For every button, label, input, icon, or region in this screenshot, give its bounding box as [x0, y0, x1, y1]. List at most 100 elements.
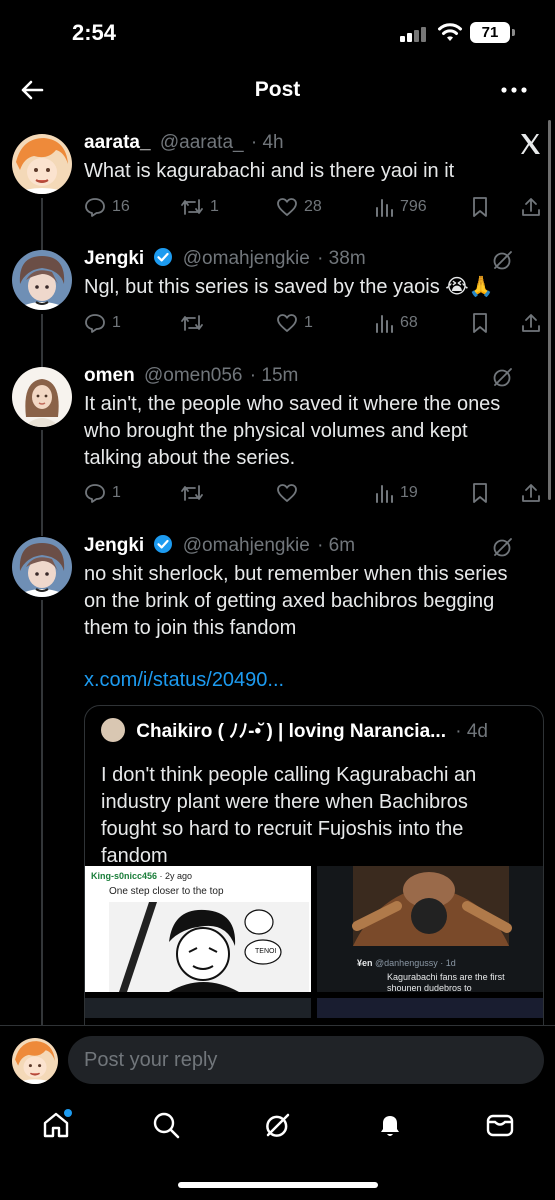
- meme-bubble-text: TENOI: [255, 948, 277, 955]
- avatar[interactable]: [12, 250, 72, 310]
- repost-button[interactable]: [180, 310, 210, 336]
- tweet-text: What is kagurabachi and is there yaoi in…: [84, 160, 455, 182]
- battery-indicator: 71: [470, 22, 515, 43]
- nav-home[interactable]: [36, 1107, 76, 1143]
- grok-icon[interactable]: [491, 365, 515, 389]
- views-button[interactable]: 796: [374, 194, 427, 220]
- more-options-icon[interactable]: [498, 76, 530, 104]
- views-count: 19: [400, 484, 418, 501]
- page-title: Post: [254, 78, 301, 101]
- repost-count: 1: [210, 198, 219, 215]
- reply-count: 1: [112, 484, 121, 501]
- timestamp: · 4h: [250, 132, 284, 153]
- reply-button[interactable]: 1: [84, 310, 121, 336]
- views-chart-icon: [376, 485, 393, 503]
- repost-icon: [181, 315, 203, 331]
- avatar[interactable]: [12, 134, 72, 194]
- share-icon[interactable]: [520, 310, 542, 336]
- quote-media-image[interactable]: [85, 998, 311, 1018]
- quote-avatar[interactable]: [101, 718, 125, 742]
- display-name[interactable]: aarata_: [84, 132, 151, 153]
- like-count: 1: [304, 314, 313, 331]
- reply-button[interactable]: 16: [84, 194, 130, 220]
- quote-timestamp: · 4d: [455, 721, 488, 742]
- repost-button[interactable]: [180, 480, 210, 506]
- post-header: Post: [0, 64, 555, 116]
- share-icon[interactable]: [520, 480, 542, 506]
- grok-icon[interactable]: [491, 535, 515, 559]
- tweet[interactable]: omen @omen056 · 15m It ain't, the people…: [0, 363, 555, 513]
- nav-grok[interactable]: [258, 1107, 298, 1143]
- x-logo-icon: [521, 134, 540, 154]
- like-button[interactable]: 1: [276, 310, 313, 336]
- views-chart-icon: [376, 199, 393, 217]
- avatar[interactable]: [12, 537, 72, 597]
- reply-bar: [0, 1025, 555, 1097]
- tweet-text: no shit sherlock, but remember when this…: [84, 563, 508, 639]
- quote-media-image[interactable]: King-s0nicc456 · 2y ago One step closer …: [85, 866, 311, 992]
- reply-icon: [85, 198, 105, 217]
- grok-icon[interactable]: [491, 248, 515, 272]
- repost-button[interactable]: 1: [180, 194, 219, 220]
- username-handle[interactable]: @omahjengkie: [183, 248, 310, 269]
- quote-media-image[interactable]: [317, 998, 543, 1018]
- nav-notifications[interactable]: [370, 1107, 410, 1143]
- like-button[interactable]: [276, 480, 304, 506]
- tweet[interactable]: Jengki @omahjengkie · 38m Ngl, but this …: [0, 246, 555, 346]
- tweet-actions: 16 1 28 796: [84, 194, 544, 220]
- tweet[interactable]: Jengki @omahjengkie · 6m no shit sherloc…: [0, 533, 555, 1025]
- meme-caption: One step closer to the top: [109, 886, 224, 897]
- status-time: 2:54: [72, 20, 117, 45]
- nav-messages[interactable]: [480, 1107, 520, 1143]
- quoted-tweet[interactable]: Chaikiro ( ﾉﾉ-•̆ ) | loving Narancia... …: [84, 705, 544, 1025]
- reply-icon: [85, 484, 105, 503]
- quote-header: Chaikiro ( ﾉﾉ-•̆ ) | loving Narancia... …: [101, 718, 488, 745]
- bookmark-icon[interactable]: [470, 480, 490, 506]
- share-icon[interactable]: [520, 194, 542, 220]
- tweet[interactable]: aarata_ @aarata_ · 4h What is kagurabach…: [0, 130, 555, 230]
- bookmark-icon[interactable]: [470, 194, 490, 220]
- views-button[interactable]: 19: [374, 480, 418, 506]
- display-name[interactable]: omen: [84, 365, 135, 386]
- nav-search[interactable]: [146, 1107, 186, 1143]
- username-handle[interactable]: @aarata_: [160, 132, 244, 153]
- timestamp: · 6m: [317, 535, 356, 556]
- status-bar: 2:54 71: [0, 0, 555, 64]
- timestamp: · 15m: [249, 365, 299, 386]
- verified-badge-icon: [154, 248, 173, 266]
- repost-icon: [181, 199, 203, 215]
- views-button[interactable]: 68: [374, 310, 418, 336]
- notification-dot: [64, 1109, 72, 1117]
- tweet-header: omen @omen056 · 15m: [84, 363, 298, 389]
- bookmark-icon[interactable]: [470, 310, 490, 336]
- like-button[interactable]: 28: [276, 194, 322, 220]
- bell-icon: [381, 1116, 399, 1136]
- avatar[interactable]: [12, 1038, 58, 1084]
- display-name[interactable]: Jengki: [84, 248, 144, 269]
- embedded-username: ¥en @danhengussy · 1d: [357, 958, 456, 968]
- tweet-header: aarata_ @aarata_ · 4h: [84, 130, 284, 156]
- username-handle[interactable]: @omahjengkie: [183, 535, 310, 556]
- manga-panel-image: [109, 902, 309, 992]
- heart-icon: [277, 314, 297, 332]
- heart-icon: [277, 484, 297, 502]
- reply-count: 16: [112, 198, 130, 215]
- repost-icon: [181, 485, 203, 501]
- embedded-caption: Kagurabachi fans are the first shounen d…: [387, 972, 505, 992]
- quote-text: I don't think people calling Kagurabachi…: [101, 764, 477, 867]
- username-handle[interactable]: @omen056: [144, 365, 243, 386]
- views-count: 68: [400, 314, 418, 331]
- reply-input[interactable]: [68, 1036, 544, 1084]
- status-link[interactable]: x.com/i/status/20490...: [84, 669, 284, 692]
- timestamp: · 38m: [317, 248, 366, 269]
- display-name[interactable]: Jengki: [84, 535, 144, 556]
- quote-display-name[interactable]: Chaikiro ( ﾉﾉ-•̆ ) | loving Narancia...: [136, 721, 446, 742]
- meme-username: King-s0nicc456 · 2y ago: [91, 871, 193, 881]
- avatar[interactable]: [12, 367, 72, 427]
- quote-media-image[interactable]: ¥en @danhengussy · 1d Kagurabachi fans a…: [317, 866, 543, 992]
- cellular-signal-icon: [400, 26, 428, 42]
- tweet-header: Jengki @omahjengkie · 6m: [84, 533, 355, 559]
- reply-button[interactable]: 1: [84, 480, 121, 506]
- tweet-actions: 1 19: [84, 480, 544, 506]
- views-chart-icon: [376, 315, 393, 333]
